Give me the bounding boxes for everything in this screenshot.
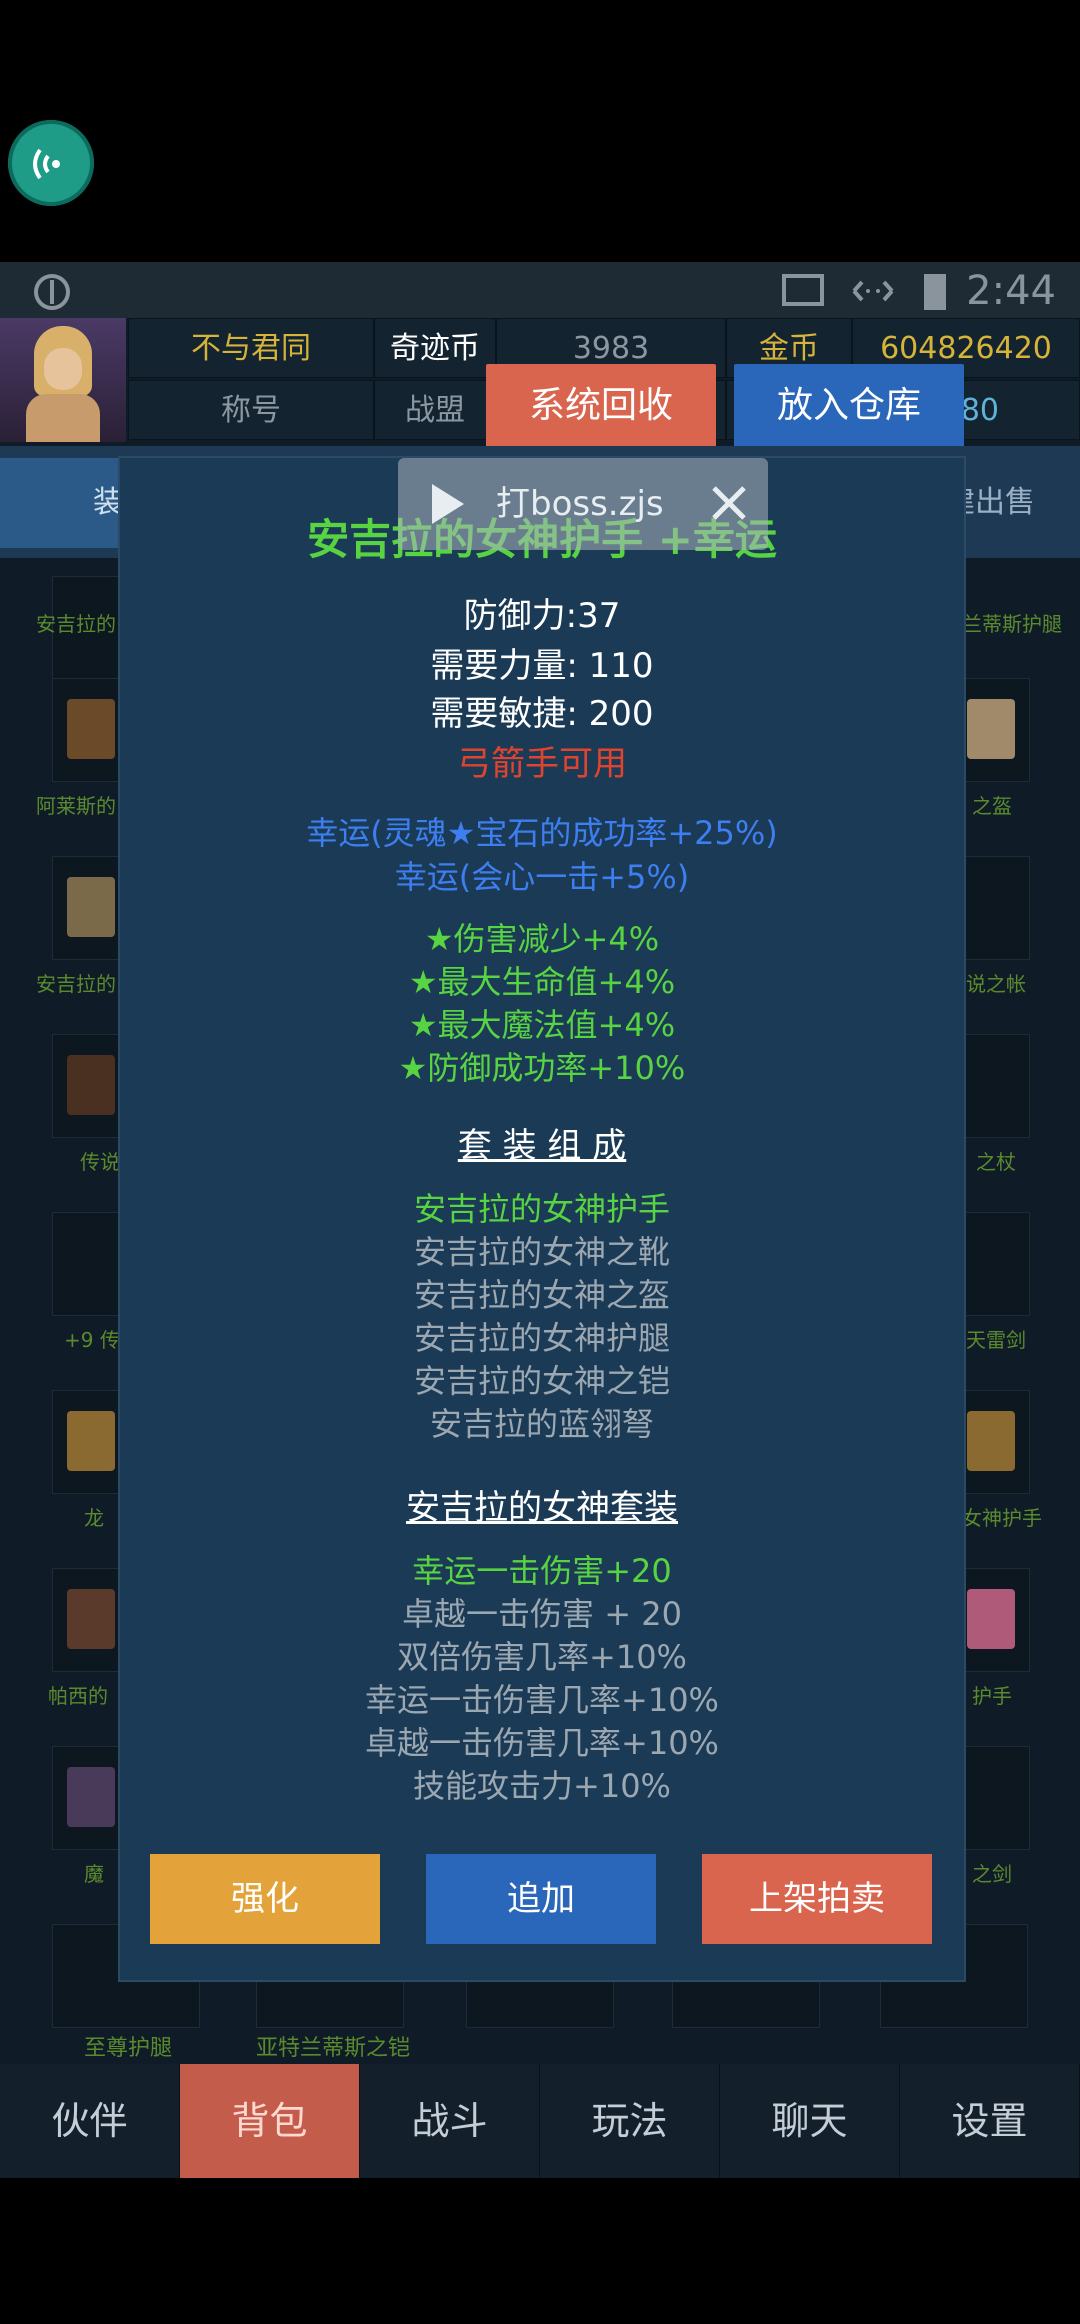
set-composition-title: 套 装 组 成	[457, 1126, 627, 1166]
avatar[interactable]	[0, 318, 126, 442]
slot-label: 女神护手	[962, 1506, 1042, 1530]
set-bonus: 幸运一击伤害+20	[412, 1552, 672, 1590]
nav-partner[interactable]: 伙伴	[0, 2064, 180, 2178]
slot-label: 天雷剑	[966, 1328, 1026, 1352]
slot-label: 龙	[84, 1506, 104, 1530]
set-bonus: 技能攻击力+10%	[413, 1767, 671, 1805]
set-item: 安吉拉的女神之铠	[413, 1362, 670, 1400]
vibrate-icon	[852, 280, 894, 302]
play-icon[interactable]	[428, 482, 468, 526]
item-required-agility: 需要敏捷: 200	[430, 694, 654, 734]
floating-assistant-bubble[interactable]	[8, 120, 94, 206]
slot-label: 魔	[84, 1862, 104, 1886]
slot-label: 说之帐	[966, 972, 1026, 996]
slot-label: 兰蒂斯护腿	[962, 612, 1062, 636]
item-detail-modal: 安吉拉的女神护手 +幸运 防御力:37 需要力量: 110 需要敏捷: 200 …	[118, 456, 966, 1982]
enhance-button[interactable]: 强化	[150, 1854, 380, 1944]
store-warehouse-button[interactable]: 放入仓库	[734, 364, 964, 448]
item-luck-line: 幸运(会心一击+5%)	[394, 858, 690, 896]
status-time: 2:44	[966, 268, 1056, 314]
slot-label: 亚特兰蒂斯之铠	[256, 2036, 411, 2061]
item-excellent-line: ★最大魔法值+4%	[408, 1006, 676, 1044]
set-bonus: 卓越一击伤害几率+10%	[365, 1724, 719, 1762]
set-item: 安吉拉的女神之盔	[413, 1276, 670, 1314]
close-icon[interactable]	[710, 484, 748, 522]
slot-label: 至尊护腿	[84, 2036, 173, 2061]
video-tag-label: 打boss.zjs	[496, 484, 664, 524]
cast-icon	[782, 274, 824, 306]
nav-settings[interactable]: 设置	[900, 2064, 1080, 2178]
set-item: 安吉拉的女神护腿	[413, 1319, 670, 1357]
item-class-requirement: 弓箭手可用	[457, 744, 627, 784]
append-button[interactable]: 追加	[426, 1854, 656, 1944]
nav-gameplay[interactable]: 玩法	[540, 2064, 720, 2178]
slot-label: 安吉拉的	[36, 612, 116, 636]
video-overlay-tag[interactable]: 打boss.zjs	[398, 458, 768, 550]
set-item: 安吉拉的女神之靴	[413, 1233, 670, 1271]
slot-label: 之盔	[972, 794, 1012, 818]
title-label: 称号	[128, 380, 374, 440]
auction-button[interactable]: 上架拍卖	[702, 1854, 932, 1944]
bottom-nav: 伙伴 背包 战斗 玩法 聊天 设置	[0, 2064, 1080, 2178]
status-bar: 2:44	[0, 262, 1080, 318]
item-excellent-line: ★最大生命值+4%	[408, 963, 676, 1001]
set-bonus: 幸运一击伤害几率+10%	[365, 1681, 719, 1719]
battery-icon	[924, 274, 946, 310]
coin-label: 奇迹币	[374, 318, 496, 378]
item-defense: 防御力:37	[463, 596, 621, 636]
slot-label: 阿莱斯的	[36, 794, 116, 818]
item-excellent-line: ★伤害减少+4%	[424, 920, 660, 958]
slot-label: 帕西的	[48, 1684, 108, 1708]
alliance-label: 战盟	[374, 380, 496, 440]
set-bonus: 双倍伤害几率+10%	[397, 1638, 687, 1676]
slot-label: 之剑	[972, 1862, 1012, 1886]
set-bonus: 卓越一击伤害 + 20	[402, 1595, 682, 1633]
nav-chat[interactable]: 聊天	[720, 2064, 900, 2178]
item-required-strength: 需要力量: 110	[430, 646, 654, 686]
player-name: 不与君同	[128, 318, 374, 378]
app-status-icon	[34, 274, 70, 310]
nav-battle[interactable]: 战斗	[360, 2064, 540, 2178]
slot-label: 之杖	[976, 1150, 1016, 1174]
set-item: 安吉拉的女神护手	[413, 1190, 670, 1228]
slot-label: 传说	[80, 1150, 120, 1174]
nav-bag[interactable]: 背包	[180, 2064, 360, 2178]
system-recycle-button[interactable]: 系统回收	[486, 364, 716, 448]
signal-icon	[33, 148, 60, 180]
slot-label: 安吉拉的	[36, 972, 116, 996]
item-luck-line: 幸运(灵魂★宝石的成功率+25%)	[306, 814, 778, 852]
set-name-title: 安吉拉的女神套装	[406, 1488, 678, 1528]
slot-label: +9 传	[64, 1328, 120, 1352]
set-item: 安吉拉的蓝翎弩	[429, 1405, 654, 1443]
item-excellent-line: ★防御成功率+10%	[398, 1049, 686, 1087]
slot-label: 护手	[972, 1684, 1012, 1708]
